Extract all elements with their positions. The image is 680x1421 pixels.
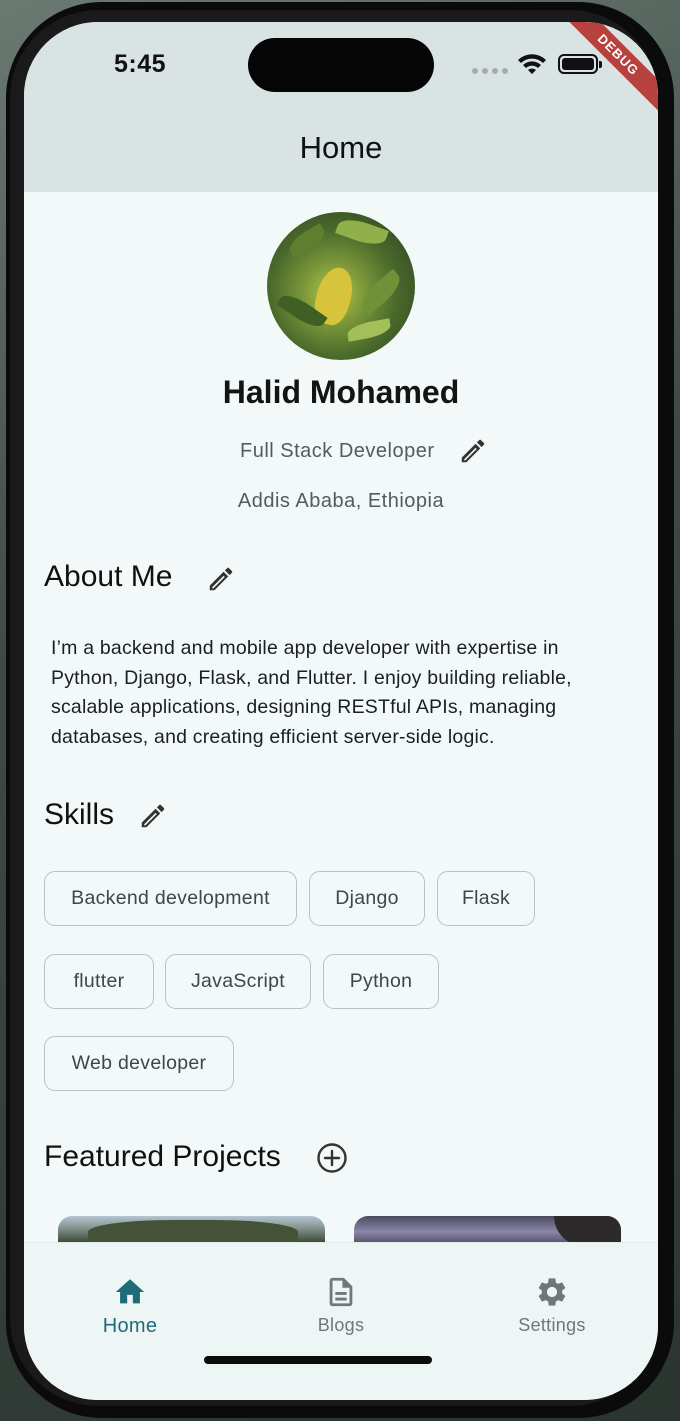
nav-label-blogs: Blogs [317,1315,365,1335]
debug-label: DEBUG [560,22,658,113]
nav-label-home: Home [102,1315,158,1337]
app-bar: 5:45 DEBUG Home [24,22,658,192]
gear-icon [538,1278,566,1306]
edit-role-icon[interactable] [458,436,488,466]
skill-chip[interactable]: Python [323,954,439,1009]
edit-skills-icon[interactable] [138,801,168,831]
document-icon [329,1277,353,1307]
project-card[interactable] [354,1216,621,1242]
project-card[interactable] [58,1216,325,1242]
bottom-navigation: Home Blogs Settings [24,1242,658,1400]
edit-about-icon[interactable] [206,564,236,594]
projects-title: Featured Projects [44,1140,281,1173]
profile-role: Full Stack Developer [240,440,435,462]
add-project-icon[interactable] [316,1142,348,1174]
debug-banner: DEBUG [548,22,658,132]
profile-location: Addis Ababa, Ethiopia [237,490,445,512]
signal-dots-icon [472,68,508,74]
page-title: Home [299,130,383,165]
about-title: About Me [44,560,173,593]
nav-item-blogs[interactable]: Blogs [261,1275,421,1336]
status-time: 5:45 [114,50,167,78]
nav-label-settings: Settings [518,1315,586,1335]
nav-item-home[interactable]: Home [50,1275,210,1338]
skill-chip[interactable]: Web developer [44,1036,234,1091]
skill-chip[interactable]: Backend development [44,871,297,926]
skill-chip[interactable]: Flask [437,871,535,926]
wifi-icon [518,54,546,74]
home-indicator[interactable] [204,1356,432,1364]
avatar[interactable] [267,212,415,360]
home-icon [115,1279,145,1304]
about-text: I’m a backend and mobile app developer w… [51,637,572,748]
profile-name: Halid Mohamed [222,374,460,410]
skill-chip[interactable]: flutter [44,954,154,1009]
app-screen: 5:45 DEBUG Home Halid Mohamed Full Stack… [24,22,658,1400]
dynamic-island [248,38,434,92]
nav-item-settings[interactable]: Settings [472,1275,632,1336]
skill-chip[interactable]: JavaScript [165,954,311,1009]
skill-chip[interactable]: Django [309,871,425,926]
skills-title: Skills [44,798,115,831]
